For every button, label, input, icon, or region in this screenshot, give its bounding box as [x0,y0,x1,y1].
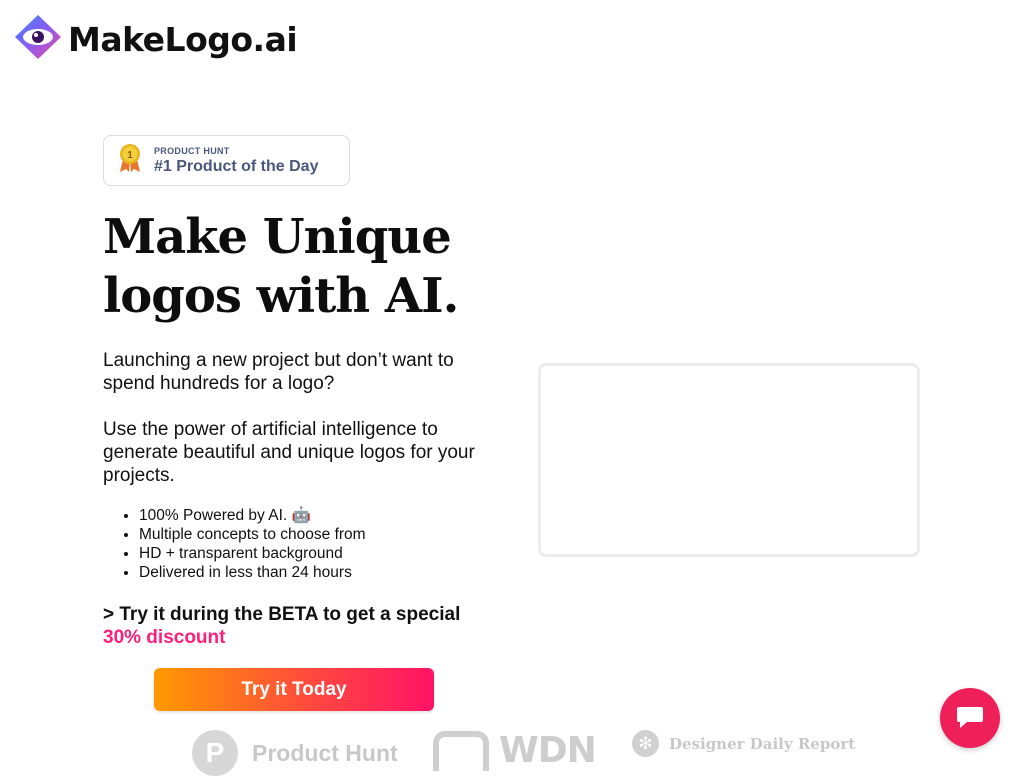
chat-icon [955,703,985,734]
badge-title: #1 Product of the Day [154,157,319,175]
product-hunt-badge[interactable]: 1 PRODUCT HUNT #1 Product of the Day [103,135,350,186]
medal-number: 1 [127,150,133,161]
medal-icon: 1 [118,143,142,178]
hero-headline: Make Unique logos with AI. [103,209,459,324]
feature-item: Delivered in less than 24 hours [139,563,366,582]
hero-paragraph-2: Use the power of artificial intelligence… [103,419,475,486]
feature-item: 100% Powered by AI. 🤖 [139,506,366,525]
demo-media-frame [538,363,920,557]
press-name-designer-daily: Designer Daily Report [669,734,856,753]
press-logo-wdn: WDN [433,730,597,771]
feature-item: Multiple concepts to choose from [139,525,366,544]
product-hunt-icon: P [192,730,238,776]
press-name-product-hunt: Product Hunt [252,739,398,766]
beta-offer: > Try it during the BETA to get a specia… [103,603,460,649]
flower-icon: ✻ [632,730,659,757]
hero-paragraph-1: Launching a new project but don’t want t… [103,350,454,394]
press-logo-product-hunt: P Product Hunt [192,730,398,776]
badge-text: PRODUCT HUNT #1 Product of the Day [154,146,318,176]
eye-icon [14,14,62,65]
chat-button[interactable] [940,688,1000,748]
try-it-today-button[interactable]: Try it Today [154,668,434,711]
wdn-mark-icon [433,730,489,771]
beta-text: > Try it during the BETA to get a specia… [103,604,461,625]
feature-item: HD + transparent background [139,544,366,563]
brand-logo[interactable]: MakeLogo.ai [14,14,298,65]
feature-list: 100% Powered by AI. 🤖 Multiple concepts … [118,506,366,582]
press-logo-designer-daily: ✻ Designer Daily Report [632,730,855,757]
press-name-wdn: WDN [499,730,597,771]
brand-name: MakeLogo.ai [68,20,298,59]
beta-discount: 30% discount [103,627,226,648]
badge-small-label: PRODUCT HUNT [154,145,230,156]
